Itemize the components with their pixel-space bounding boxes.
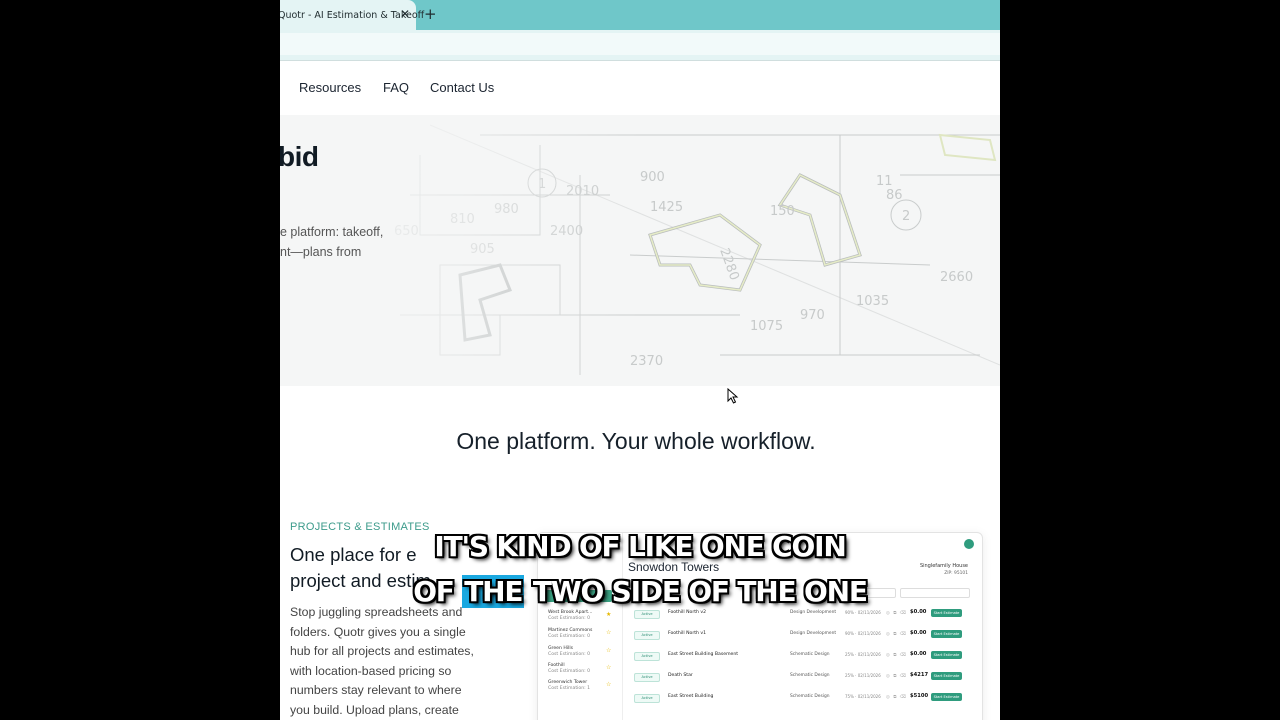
mockup-estimate-row: Active East Street Building Schematic De… (634, 692, 974, 704)
mockup-status-badge: Active (634, 610, 660, 619)
mockup-estimate-amount: $0.00 (910, 651, 927, 657)
feature-body-line: hub for all projects and estimates, (290, 644, 474, 658)
star-outline-icon: ☆ (606, 629, 612, 636)
mockup-status-badge: Active (634, 631, 660, 640)
hero-subtitle: e platform: takeoff, nt—plans from (280, 222, 420, 262)
address-bar (280, 30, 1000, 61)
mockup-row-action-icons: ◎ ⧉ ⌫ (886, 695, 907, 700)
mockup-estimate-phase: Design Development (790, 610, 837, 615)
mockup-estimate-progress: 75% · 02/11/2026 (845, 694, 881, 699)
star-outline-icon: ☆ (606, 647, 612, 654)
mockup-project-type: Singlefamily House (919, 563, 968, 569)
feature-body-line: numbers stay relevant to where (290, 683, 462, 697)
nav-link-faq[interactable]: FAQ (383, 80, 409, 95)
mockup-estimate-amount: $5100 (910, 693, 929, 699)
star-icon: ★ (606, 611, 612, 618)
feature-body: Stop juggling spreadsheets and folders. … (290, 603, 500, 720)
mockup-status-badge: Active (634, 652, 660, 661)
site-nav: Resources FAQ Contact Us (280, 61, 1000, 116)
nav-link-resources[interactable]: Resources (299, 80, 361, 95)
mockup-estimate-name: Foothill North v1 (668, 631, 707, 636)
new-tab-icon[interactable]: + (424, 5, 437, 23)
mouse-cursor-icon (727, 388, 739, 404)
mockup-row-action-icons: ◎ ⧉ ⌫ (886, 674, 907, 679)
caption-highlight-word: THE (462, 575, 525, 608)
mockup-estimate-progress: 25% · 02/11/2026 (845, 673, 881, 678)
mockup-project-name: West Brook Apart... (548, 610, 593, 615)
mockup-estimate-progress: 25% · 02/11/2026 (845, 652, 881, 657)
mockup-start-estimate-button: Start Estimate (931, 672, 962, 680)
mockup-estimate-phase: Schematic Design (790, 673, 830, 678)
feature-body-line: folders. Quotr gives you a single (290, 624, 466, 639)
url-field[interactable] (280, 33, 1000, 55)
feature-body-line: with location-based pricing so (290, 663, 452, 678)
caption-line-1: IT'S KIND OF LIKE ONE COIN (434, 530, 846, 563)
mockup-estimate-amount: $4217 (910, 672, 929, 678)
hero-subtitle-line: nt—plans from (280, 245, 362, 259)
hero-subtitle-line: e platform: takeoff, (280, 225, 384, 239)
mockup-start-estimate-button: Start Estimate (931, 651, 962, 659)
star-outline-icon: ☆ (606, 681, 612, 688)
mockup-project-name: Martinez Commons (548, 628, 593, 633)
mockup-project-name: Green Hills (548, 646, 574, 651)
mockup-estimate-row: Active Foothill North v1 Design Developm… (634, 629, 974, 641)
close-icon[interactable]: ✕ (400, 7, 410, 21)
mockup-estimate-amount: $0.00 (910, 630, 927, 636)
mockup-estimate-phase: Schematic Design (790, 652, 830, 657)
mockup-status-badge: Active (634, 694, 660, 703)
mockup-estimate-progress: 90% · 02/11/2026 (845, 610, 881, 615)
mockup-start-estimate-button: Start Estimate (931, 630, 962, 638)
mockup-project-name: Foothill (548, 663, 565, 668)
nav-link-contact[interactable]: Contact Us (430, 80, 494, 95)
mockup-estimate-row: Active East Street Building Basement Sch… (634, 650, 974, 662)
mockup-estimate-row: Active Foothill North v2 Design Developm… (634, 608, 974, 620)
section-title: One platform. Your whole workflow. (456, 428, 816, 454)
mockup-start-estimate-button: Start Estimate (931, 693, 962, 701)
mockup-estimate-phase: Schematic Design (790, 694, 830, 699)
caption-text: TWO SIDE OF THE ONE (524, 575, 868, 608)
mockup-estimate-name: East Street Building Basement (668, 652, 739, 657)
hero-title: bid (280, 141, 319, 172)
feature-body-line: you build. Upload plans, create (290, 702, 459, 717)
mockup-row-action-icons: ◎ ⧉ ⌫ (886, 653, 907, 658)
mockup-start-estimate-button: Start Estimate (931, 609, 962, 617)
mockup-estimate-phase: Design Development (790, 631, 837, 636)
caption-text: OF (413, 575, 463, 608)
mockup-row-action-icons: ◎ ⧉ ⌫ (886, 632, 907, 637)
star-outline-icon: ☆ (606, 664, 612, 671)
mockup-project-name: Greenwich Tower (548, 680, 588, 685)
mockup-row-action-icons: ◎ ⧉ ⌫ (886, 611, 907, 616)
mockup-estimate-name: Foothill North v2 (668, 610, 707, 615)
browser-tab-active[interactable]: Quotr - AI Estimation & Takeoff ✕ (280, 0, 424, 30)
mockup-estimate-progress: 90% · 02/11/2026 (845, 631, 881, 636)
hero-section: 2010 900 1425 2400 980 810 905 2280 2660… (280, 115, 1000, 386)
mockup-estimate-name: Death Star (668, 673, 693, 678)
browser-viewport: Quotr - AI Estimation & Takeoff ✕ + Reso… (280, 0, 1000, 720)
mockup-estimate-amount: $0.00 (910, 609, 927, 615)
caption-line-2: OF THE TWO SIDE OF THE ONE (0, 575, 1280, 608)
mockup-estimate-name: East Street Building (668, 694, 714, 699)
browser-tab-bar: Quotr - AI Estimation & Takeoff ✕ + (280, 0, 1000, 30)
mockup-estimate-row: Active Death Star Schematic Design 25% ·… (634, 671, 974, 683)
mockup-status-badge: Active (634, 673, 660, 682)
